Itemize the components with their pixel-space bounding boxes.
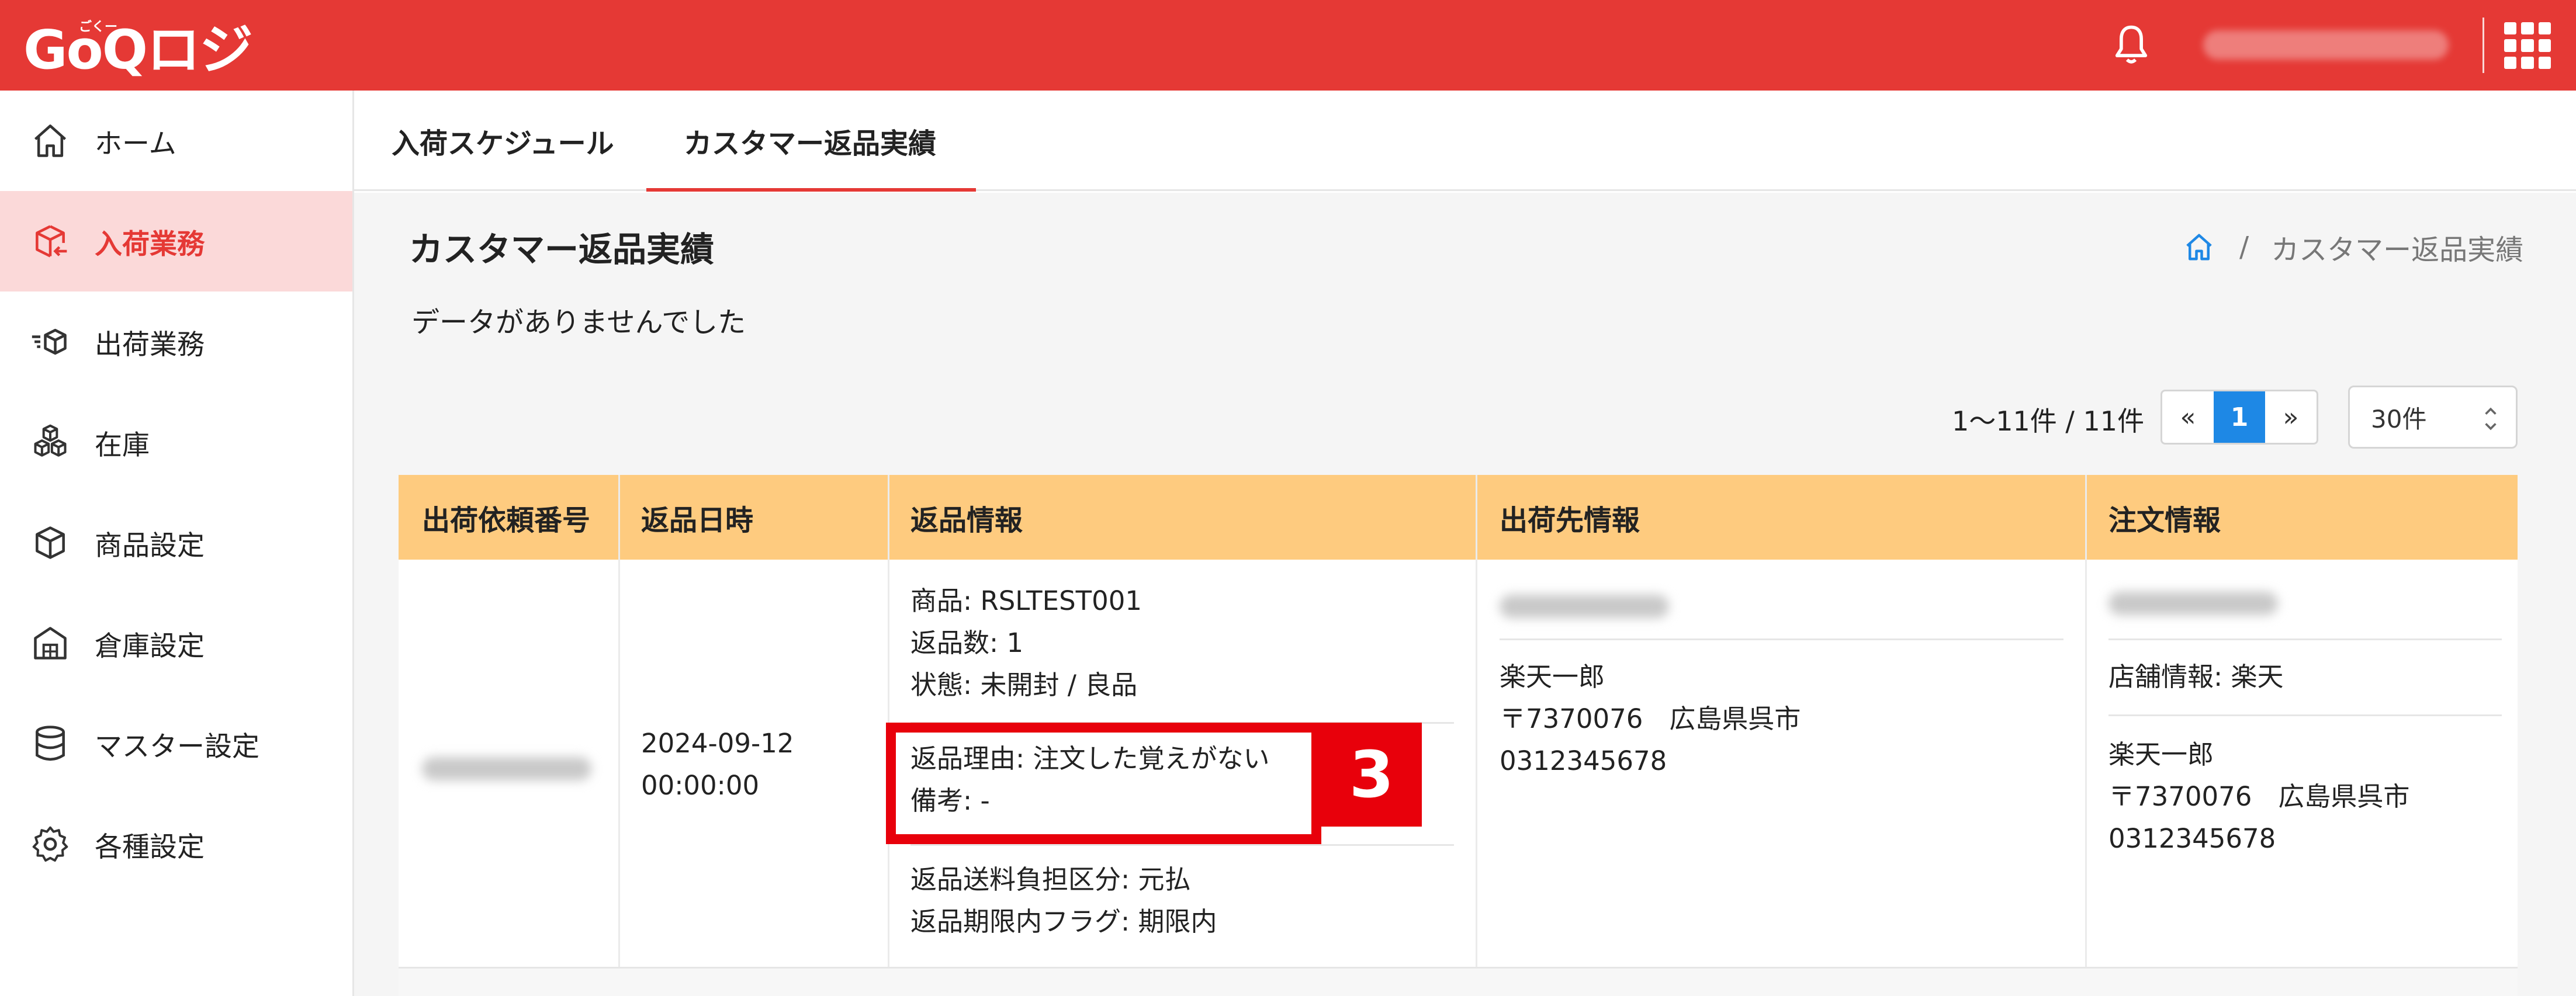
ship-to-address: 〒7370076 広島県呉市: [1500, 703, 1801, 734]
order-store-cell: 店舗情報: 楽天: [2108, 656, 2283, 698]
return-deadline-flag: 返品期限内フラグ: 期限内: [910, 906, 1217, 937]
order-phone: 0312345678: [2108, 823, 2276, 854]
no-data-message: データがありませんでした: [411, 306, 746, 339]
ship-to-id-redacted: [1500, 595, 1669, 618]
cell-divider: [2108, 638, 2502, 640]
logo-text: GoQロジ: [23, 19, 253, 81]
breadcrumb-home-icon[interactable]: [2183, 231, 2215, 263]
per-page-value: 30件: [2371, 404, 2427, 433]
shipping-request-no-redacted: [422, 757, 591, 780]
sidebar-item-label: 出荷業務: [95, 328, 205, 361]
order-address: 〒7370076 広島県呉市: [2108, 781, 2410, 812]
sidebar-item-master-settings[interactable]: マスター設定: [0, 693, 352, 794]
ship-to-name: 楽天一郎: [1500, 661, 1605, 692]
top-header: ごくー GoQロジ: [0, 0, 2576, 91]
stock-boxes-icon: [34, 424, 67, 457]
app-logo[interactable]: ごくー GoQロジ: [23, 13, 253, 81]
cell-divider: [910, 844, 1454, 846]
table-header: 出荷依頼番号 返品日時 返品情報 出荷先情報 注文情報: [399, 475, 2518, 560]
th-return-date: 返品日時: [641, 504, 754, 537]
sidebar-item-stock[interactable]: 在庫: [0, 392, 352, 492]
th-order-info: 注文情報: [2108, 504, 2221, 537]
active-tab-indicator: [646, 188, 976, 192]
pager-next-button[interactable]: »: [2265, 391, 2317, 443]
tab-customer-returns[interactable]: カスタマー返品実績: [684, 91, 936, 191]
cell-divider: [1500, 638, 2063, 640]
sidebar-item-label: 倉庫設定: [95, 630, 205, 662]
outbound-box-icon: [32, 328, 67, 355]
user-menu[interactable]: [2203, 30, 2449, 60]
order-customer-cell: 楽天一郎 〒7370076 広島県呉市 0312345678: [2108, 734, 2409, 860]
sidebar-item-label: 各種設定: [95, 831, 205, 863]
per-page-select[interactable]: 30件: [2348, 386, 2518, 449]
breadcrumb-current: カスタマー返品実績: [2271, 234, 2524, 266]
app-grid-icon[interactable]: [2504, 22, 2551, 69]
order-name: 楽天一郎: [2108, 739, 2214, 770]
sidebar-item-label: マスター設定: [95, 730, 259, 763]
return-info-group-3: 返品送料負担区分: 元払 返品期限内フラグ: 期限内: [910, 859, 1217, 943]
sidebar-item-outbound[interactable]: 出荷業務: [0, 291, 352, 392]
chevron-updown-icon: [2485, 407, 2497, 431]
header-divider: [2482, 18, 2484, 73]
product-box-icon: [36, 526, 65, 559]
cell-divider: [2108, 714, 2502, 716]
return-shipping-fee: 返品送料負担区分: 元払: [910, 864, 1191, 895]
th-ship-to-info: 出荷先情報: [1500, 504, 1640, 537]
sidebar-item-home[interactable]: ホーム: [0, 91, 352, 191]
bell-icon[interactable]: [2111, 22, 2152, 69]
annotation-step-badge: 3: [1321, 723, 1422, 827]
sidebar-item-label: 入荷業務: [95, 228, 205, 261]
ship-to-phone: 0312345678: [1500, 745, 1667, 776]
return-product: 商品: RSLTEST001: [910, 585, 1142, 616]
inbound-box-icon: [36, 225, 67, 258]
sidebar-item-warehouse-settings[interactable]: 倉庫設定: [0, 593, 352, 693]
th-shipping-request-no: 出荷依頼番号: [422, 504, 591, 537]
breadcrumb-separator: /: [2239, 231, 2249, 263]
home-icon: [34, 124, 67, 157]
sidebar-item-inbound[interactable]: 入荷業務: [0, 191, 352, 291]
returns-table: 出荷依頼番号 返品日時 返品情報 出荷先情報 注文情報 2024-09-12 0…: [399, 475, 2518, 996]
ship-to-cell: 楽天一郎 〒7370076 広島県呉市 0312345678: [1500, 656, 1801, 782]
return-date: 2024-09-12: [641, 728, 794, 759]
return-quantity: 返品数: 1: [910, 627, 1024, 658]
pager-page-button[interactable]: 1: [2214, 391, 2265, 443]
page-title: カスタマー返品実績: [409, 230, 715, 269]
tab-bar: 入荷スケジュール カスタマー返品実績: [354, 91, 2576, 191]
order-id-redacted: [2108, 592, 2278, 615]
result-count: 1〜11件 / 11件: [1952, 405, 2145, 437]
column-divider: [1476, 475, 1477, 996]
th-return-info: 返品情報: [910, 504, 1023, 537]
sidebar-item-label: 在庫: [95, 429, 150, 461]
breadcrumb: / カスタマー返品実績: [2183, 227, 2523, 268]
sidebar-item-product-settings[interactable]: 商品設定: [0, 492, 352, 593]
return-info-group-1: 商品: RSLTEST001 返品数: 1 状態: 未開封 / 良品: [910, 580, 1142, 706]
annotation-highlight-box: [886, 723, 1321, 844]
pagination: « 1 »: [2160, 390, 2318, 445]
sidebar-item-other-settings[interactable]: 各種設定: [0, 794, 352, 894]
return-condition: 状態: 未開封 / 良品: [910, 669, 1138, 700]
column-divider: [2085, 475, 2087, 996]
return-time: 00:00:00: [641, 770, 760, 801]
order-store: 店舗情報: 楽天: [2108, 661, 2284, 692]
tab-inbound-schedule[interactable]: 入荷スケジュール: [392, 91, 614, 191]
table-row: [399, 969, 2518, 996]
sidebar-item-label: ホーム: [95, 127, 176, 160]
database-icon: [36, 726, 65, 761]
sidebar-item-label: 商品設定: [95, 529, 205, 562]
logo-ruby: ごくー: [79, 20, 118, 34]
warehouse-icon: [34, 627, 67, 660]
column-divider: [618, 475, 620, 996]
pager-prev-button[interactable]: «: [2162, 391, 2214, 443]
sidebar: ホーム 入荷業務 出荷業務 在庫 商品設定 倉庫設定 マスター設定 各種設定: [0, 91, 354, 996]
gear-icon: [32, 826, 68, 862]
return-date-cell: 2024-09-12 00:00:00: [641, 723, 794, 807]
